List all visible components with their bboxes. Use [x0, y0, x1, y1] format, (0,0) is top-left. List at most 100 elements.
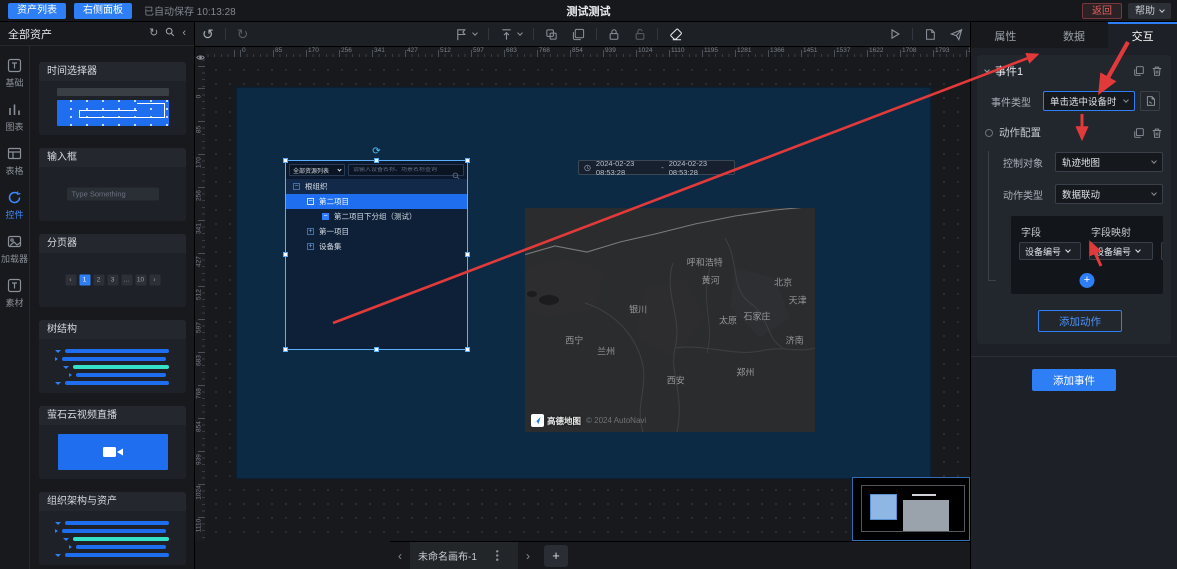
duplicate-icon[interactable]	[572, 28, 585, 41]
tree-node-root[interactable]: −根组织	[286, 179, 467, 194]
component-card-input[interactable]: 输入框 Type Something	[39, 148, 186, 221]
collapse-icon[interactable]: −	[307, 198, 314, 205]
event-title: 事件1	[995, 63, 1127, 79]
category-charts[interactable]: 图表	[5, 102, 23, 133]
tab-interaction[interactable]: 交互	[1108, 22, 1177, 48]
event-type-select[interactable]: 单击选中设备时	[1043, 91, 1135, 111]
device-search-box[interactable]	[348, 164, 464, 176]
resize-handle-e[interactable]	[465, 252, 470, 257]
add-mapping-row-button[interactable]: +	[1080, 273, 1095, 288]
copy-event-icon[interactable]	[1133, 65, 1145, 77]
asset-category-rail: 基础 图表 表格 控件 加载器 素材	[0, 46, 30, 569]
unlock-icon[interactable]	[634, 28, 646, 41]
publish-icon[interactable]	[950, 28, 963, 41]
group-icon[interactable]	[545, 28, 558, 41]
table-icon	[7, 146, 22, 161]
minimap[interactable]	[852, 477, 970, 541]
date-range-picker-widget[interactable]: 2024-02-23 08:53:28 - 2024-02-23 08:53:2…	[578, 160, 735, 175]
amap-logo: 高德地图 © 2024 AutoNavi	[531, 414, 646, 427]
collapse-event-chevron-icon[interactable]	[984, 67, 990, 73]
align-top-icon[interactable]	[500, 28, 522, 41]
search-icon[interactable]	[165, 27, 175, 40]
lock-icon[interactable]	[608, 28, 620, 41]
eraser-icon[interactable]	[669, 28, 683, 41]
prev-canvas-chevron-icon[interactable]: ‹	[398, 549, 402, 563]
tab-menu-icon[interactable]: •••	[492, 549, 502, 561]
back-button[interactable]: 返回	[1082, 3, 1122, 19]
category-tables[interactable]: 表格	[5, 146, 23, 177]
device-search-input[interactable]	[349, 167, 463, 173]
top-bar: 资产列表 右侧面板 已自动保存 10:13:28 测试测试 返回 帮助	[0, 0, 1177, 22]
redo-icon[interactable]: ↻	[237, 27, 249, 41]
resource-filter-dropdown[interactable]: 全部资源列表	[289, 164, 345, 176]
tab-data[interactable]: 数据	[1040, 22, 1109, 48]
refresh-icon[interactable]: ↻	[149, 28, 158, 39]
tree-node-selected[interactable]: −第二项目	[286, 194, 467, 209]
add-canvas-button[interactable]: +	[544, 545, 568, 567]
category-basic[interactable]: 基础	[5, 58, 23, 89]
expand-icon[interactable]: +	[307, 228, 314, 235]
asset-list-button[interactable]: 资产列表	[8, 3, 66, 19]
tree-node-subgroup[interactable]: −第二项目下分组（测试）	[286, 209, 467, 224]
device-tree-widget[interactable]: ⟳ 全部资源列表 −根组织 −第二项目 −第二项目下分组（测试） +第一项目 +…	[285, 160, 468, 350]
ruler-number: 427	[196, 253, 203, 271]
component-card-video-ezviz[interactable]: 萤石云视频直播	[39, 406, 186, 479]
resize-handle-nw[interactable]	[283, 158, 288, 163]
field-mapping-select[interactable]: 设备编号	[1089, 242, 1153, 260]
ruler-vertical: 0851702563414275125976837688549391024111…	[195, 57, 205, 541]
event-code-icon[interactable]	[1140, 91, 1160, 111]
add-action-button[interactable]: 添加动作	[1038, 310, 1122, 332]
control-target-select[interactable]: 轨迹地图	[1055, 152, 1163, 172]
action-type-select[interactable]: 数据联动	[1055, 184, 1163, 204]
delete-action-icon[interactable]	[1151, 127, 1163, 139]
control-target-label: 控制对象	[997, 155, 1055, 170]
resize-handle-ne[interactable]	[465, 158, 470, 163]
component-card-tree[interactable]: 树结构	[39, 320, 186, 393]
component-card-org-tree[interactable]: 组织架构与资产	[39, 492, 186, 565]
preview-play-icon[interactable]	[889, 28, 901, 40]
add-event-button[interactable]: 添加事件	[1032, 369, 1116, 391]
resize-handle-w[interactable]	[283, 252, 288, 257]
snapshot-icon[interactable]	[924, 28, 936, 41]
collapse-icon[interactable]: −	[322, 213, 329, 220]
collapse-icon[interactable]: −	[293, 183, 300, 190]
ruler-number: 85	[275, 47, 282, 54]
canvas-workspace[interactable]: ⟳ 全部资源列表 −根组织 −第二项目 −第二项目下分组（测试） +第一项目 +…	[205, 57, 970, 541]
chevron-down-icon	[1065, 247, 1071, 253]
component-card-timepicker[interactable]: 时间选择器	[39, 62, 186, 135]
canvas-tab[interactable]: 未命名画布-1 •••	[410, 542, 518, 569]
minimap-tree-widget-thumb	[870, 494, 897, 520]
help-button[interactable]: 帮助	[1128, 3, 1171, 19]
ruler-number: 1622	[869, 47, 883, 54]
copy-action-icon[interactable]	[1133, 127, 1145, 139]
field-select[interactable]: 设备编号	[1019, 242, 1081, 260]
column-field-mapping: 字段映射	[1091, 224, 1131, 239]
expand-icon[interactable]: +	[307, 243, 314, 250]
map-river-label: 黄河	[702, 273, 720, 286]
delete-event-icon[interactable]	[1151, 65, 1163, 77]
canvas-toolbar: ↺ ↻	[195, 22, 970, 47]
right-panel-button[interactable]: 右侧面板	[74, 3, 132, 19]
tab-properties[interactable]: 属性	[971, 22, 1040, 48]
resize-handle-n[interactable]	[374, 158, 379, 163]
track-map-widget[interactable]: 呼和浩特 黄河 北京 天津 银川 太原 石家庄 济南 西宁 兰州 西安 郑州 高…	[525, 208, 815, 432]
resize-handle-se[interactable]	[465, 347, 470, 352]
resize-handle-sw[interactable]	[283, 347, 288, 352]
next-canvas-chevron-icon[interactable]: ›	[526, 549, 530, 563]
marker-flag-icon[interactable]	[455, 28, 477, 41]
extra-select[interactable]	[1161, 242, 1163, 260]
ruler-number: 341	[374, 47, 385, 54]
category-loaders[interactable]: 加载器	[1, 234, 28, 265]
category-materials[interactable]: 素材	[5, 278, 23, 309]
toggle-visibility-eye-icon[interactable]	[196, 48, 205, 66]
resize-handle-s[interactable]	[374, 347, 379, 352]
minimap-datepicker-thumb	[912, 494, 936, 496]
rotate-handle-icon[interactable]: ⟳	[372, 146, 380, 157]
ruler-number: 597	[473, 47, 484, 54]
tree-node-deviceset[interactable]: +设备集	[286, 239, 467, 254]
collapse-panel-icon[interactable]: ‹	[182, 28, 186, 39]
component-card-pagination[interactable]: 分页器 ‹ 1 2 3 ... 10 ›	[39, 234, 186, 307]
undo-icon[interactable]: ↺	[202, 27, 214, 41]
tree-node-project1[interactable]: +第一项目	[286, 224, 467, 239]
category-controls[interactable]: 控件	[5, 190, 23, 221]
